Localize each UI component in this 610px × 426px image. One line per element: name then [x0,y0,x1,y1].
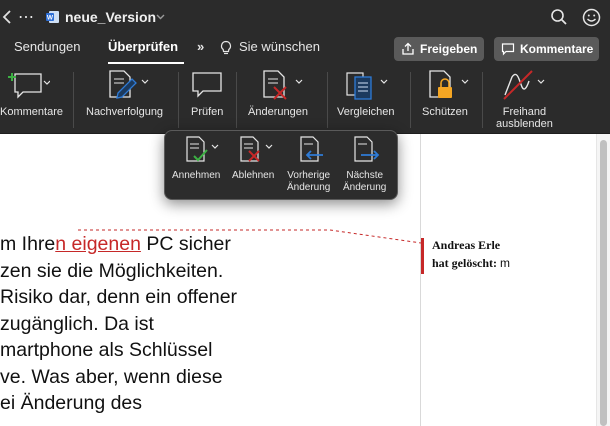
changes-dropdown-menu: Annehmen Ablehnen Vorherige Änderung Näc… [164,130,398,200]
scrollbar-thumb[interactable] [600,140,607,426]
document-line-2[interactable]: zen sie die Möglichkeiten. [0,260,223,283]
balloon-text[interactable]: hat gelöscht: m [432,256,510,271]
balloon-action: hat gelöscht: [432,256,497,270]
deletion-balloon-bar [421,238,424,274]
document-reject-icon [240,136,273,162]
accept-change-button[interactable]: Annehmen [171,131,229,201]
next-change-label-line2: Änderung [343,182,387,193]
line-1-prefix: m Ihre [0,233,56,255]
comment-connector-line [78,229,422,244]
reject-change-button[interactable]: Ablehnen [231,131,287,201]
balloon-author[interactable]: Andreas Erle [432,238,500,253]
next-change-icon [354,136,380,162]
document-line-3[interactable]: Risiko dar, denn ein offener [0,286,237,309]
document-accept-icon [186,136,219,162]
document-line-7[interactable]: ei Änderung des [0,392,142,415]
document-line-4[interactable]: zugänglich. Da ist [0,313,154,336]
next-change-button[interactable]: Nächste Änderung [339,131,393,201]
reject-change-label: Ablehnen [232,170,275,181]
document-line-5[interactable]: martphone als Schlüssel [0,339,212,362]
previous-change-button[interactable]: Vorherige Änderung [285,131,337,201]
balloon-deleted-text: m [500,256,510,270]
previous-change-label-line1: Vorherige [287,170,331,181]
previous-change-icon [300,136,323,162]
accept-change-label: Annehmen [172,170,221,181]
document-line-6[interactable]: ve. Was aber, wenn diese [0,366,223,389]
next-change-label: Nächste Änderung [343,170,386,194]
line-1-suffix: PC sicher [140,233,231,255]
previous-change-label: Vorherige Änderung [287,170,330,194]
inserted-text[interactable]: n eigenen [55,233,141,255]
next-change-label-line1: Nächste [346,170,384,181]
document-line-1[interactable]: m Ihren eigenen PC sicher [0,233,231,256]
previous-change-label-line2: Änderung [287,182,331,193]
